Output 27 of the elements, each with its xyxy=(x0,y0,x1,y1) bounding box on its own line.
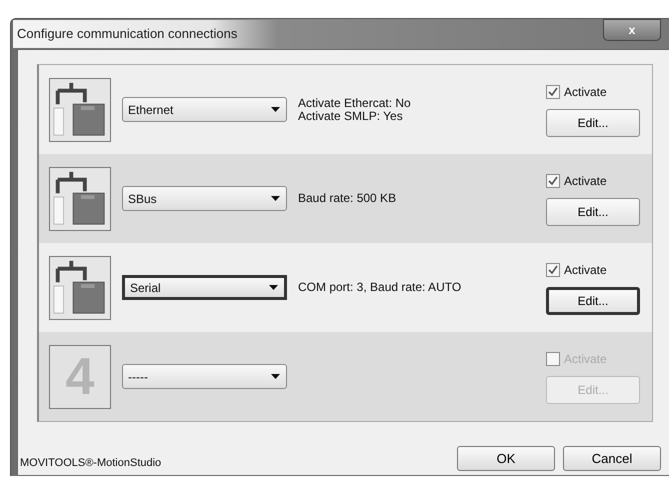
connection-info: Activate Ethercat: No xyxy=(298,96,412,110)
activate-checkbox[interactable] xyxy=(546,174,560,188)
activate-checkbox[interactable] xyxy=(546,262,560,276)
window-title: Configure communication connections xyxy=(13,20,278,48)
dropdown-arrow-icon xyxy=(269,285,278,290)
dropdown-arrow-icon xyxy=(271,374,280,379)
protocol-dropdown[interactable]: Serial xyxy=(122,275,287,300)
dropdown-arrow-icon xyxy=(271,196,280,201)
activate-checkbox[interactable] xyxy=(546,84,560,98)
connection-info: COM port: 3, Baud rate: AUTO xyxy=(298,281,462,294)
network-icon xyxy=(49,166,111,230)
connection-info: Activate SMLP: Yes xyxy=(298,110,404,122)
protocol-dropdown[interactable]: SBus xyxy=(122,186,287,211)
status-text: MOVITOOLS®-MotionStudio xyxy=(20,456,162,470)
dropdown-arrow-icon xyxy=(271,107,280,112)
dialog-button[interactable]: OK xyxy=(457,446,555,471)
dialog-button[interactable]: Cancel xyxy=(563,446,661,471)
protocol-dropdown[interactable]: Ethernet xyxy=(122,97,287,122)
checkbox-label: Activate xyxy=(564,84,607,100)
edit-button[interactable]: Edit... xyxy=(546,108,640,136)
network-icon xyxy=(49,78,111,142)
edit-button[interactable]: Edit... xyxy=(546,198,640,226)
checkbox-label: Activate xyxy=(564,172,607,190)
edit-button[interactable]: Edit... xyxy=(546,286,640,314)
network-icon xyxy=(49,256,111,320)
connection-info: Baud rate: 500 KB xyxy=(298,192,398,205)
checkbox-label: Activate xyxy=(564,262,607,278)
